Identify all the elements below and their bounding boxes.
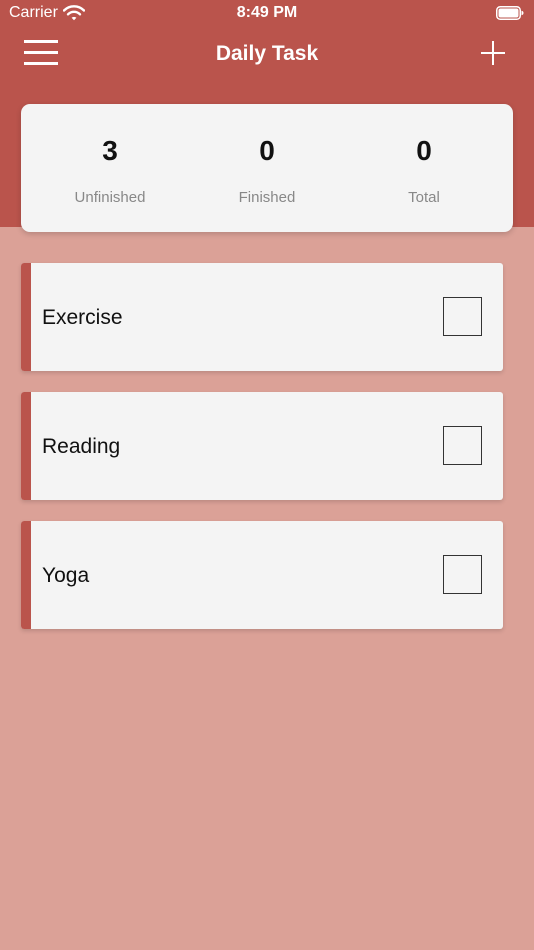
task-row-exercise[interactable]: Exercise	[21, 263, 503, 371]
unfinished-label: Unfinished	[74, 189, 146, 206]
task-accent-bar	[21, 263, 31, 371]
total-label: Total	[408, 189, 440, 206]
task-accent-bar	[21, 392, 31, 500]
task-label: Yoga	[42, 564, 90, 587]
stat-unfinished: 3 Unfinished	[30, 104, 190, 232]
finished-count: 0	[259, 135, 275, 166]
task-checkbox[interactable]	[443, 426, 482, 465]
unfinished-count: 3	[102, 135, 118, 166]
task-label: Exercise	[42, 306, 123, 329]
task-checkbox[interactable]	[443, 297, 482, 336]
status-time: 8:49 PM	[236, 4, 298, 21]
task-checkbox[interactable]	[443, 555, 482, 594]
plus-icon[interactable]	[480, 40, 506, 66]
navigation-bar: Daily Task	[0, 28, 534, 82]
stat-finished: 0 Finished	[187, 104, 347, 232]
total-count: 0	[416, 135, 432, 166]
stat-total: 0 Total	[344, 104, 504, 232]
status-bar: Carrier 8:49 PM	[0, 0, 534, 28]
battery-icon	[496, 6, 524, 20]
finished-label: Finished	[238, 189, 296, 206]
task-row-reading[interactable]: Reading	[21, 392, 503, 500]
task-accent-bar	[21, 521, 31, 629]
task-list: Exercise Reading Yoga	[21, 263, 503, 650]
page-title: Daily Task	[215, 42, 319, 65]
stats-card: 3 Unfinished 0 Finished 0 Total	[21, 104, 513, 232]
task-row-yoga[interactable]: Yoga	[21, 521, 503, 629]
task-label: Reading	[42, 435, 121, 458]
